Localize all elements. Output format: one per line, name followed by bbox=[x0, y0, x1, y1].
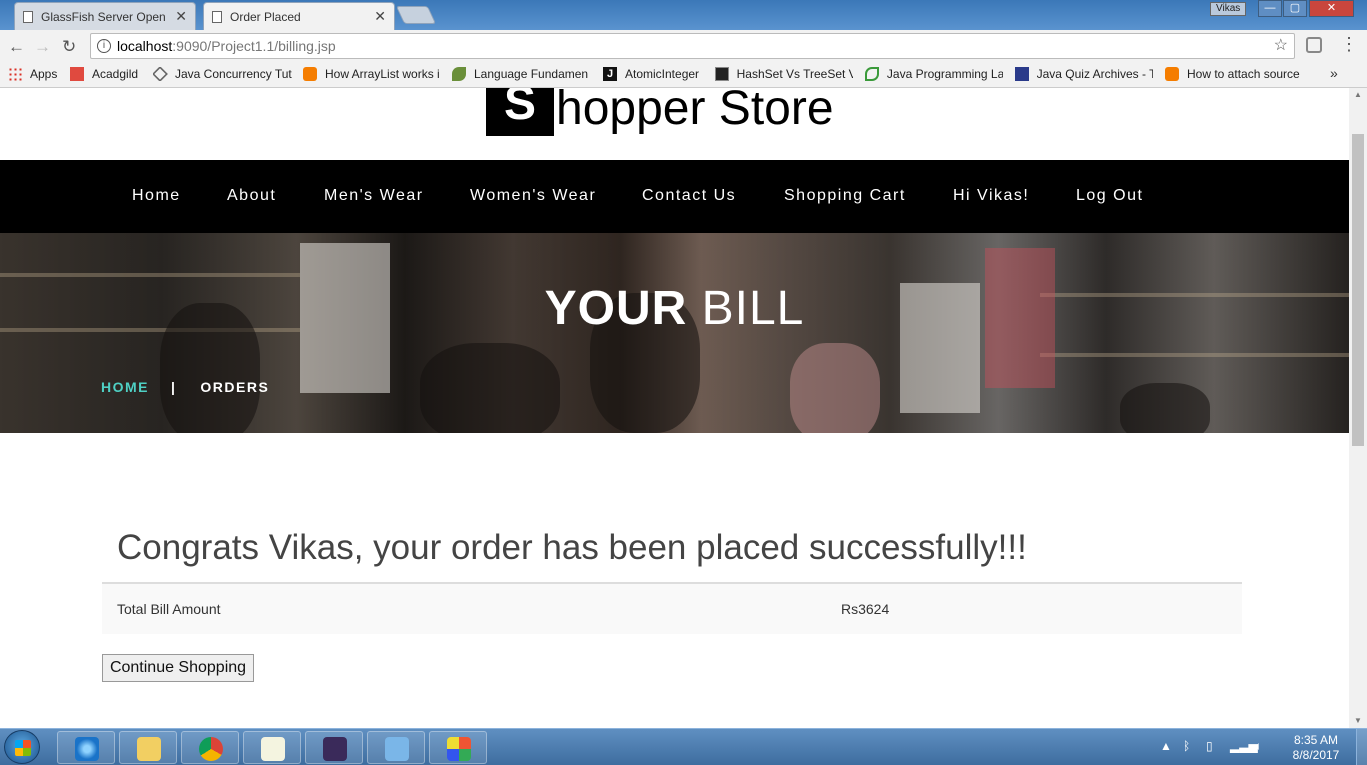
logo-letter: S bbox=[486, 88, 554, 136]
bluetooth-icon[interactable]: ᛒ bbox=[1183, 739, 1190, 753]
nav-shopping-cart[interactable]: Shopping Cart bbox=[784, 187, 906, 205]
bill-amount: Rs3624 bbox=[841, 601, 890, 617]
bill-row: Total Bill Amount Rs3624 bbox=[102, 584, 1242, 634]
clock-date: 8/8/2017 bbox=[1292, 748, 1340, 762]
address-bar[interactable]: i localhost:9090/Project1.1/billing.jsp … bbox=[90, 33, 1295, 59]
bookmark-java-quiz[interactable]: Java Quiz Archives - T bbox=[1015, 67, 1153, 81]
bookmark-apps[interactable]: Apps bbox=[8, 67, 68, 81]
tab-glassfish[interactable]: GlassFish Server Open Source ✕ bbox=[14, 2, 196, 30]
url-path: :9090/Project1.1/billing.jsp bbox=[172, 38, 336, 54]
diamond-icon bbox=[153, 67, 168, 81]
chrome-icon[interactable] bbox=[181, 731, 239, 764]
system-clock[interactable]: 8:35 AM 8/8/2017 bbox=[1286, 733, 1346, 763]
bookmark-atomicinteger[interactable]: J AtomicInteger bbox=[603, 67, 707, 81]
new-tab-button[interactable] bbox=[395, 6, 437, 24]
notepad-icon[interactable] bbox=[243, 731, 301, 764]
breadcrumb-separator: | bbox=[171, 379, 177, 395]
page-viewport: S hopper Store Home About Men's Wear Wom… bbox=[0, 88, 1349, 728]
blogger-icon bbox=[1165, 67, 1179, 81]
menu-icon[interactable]: ⋮ bbox=[1340, 34, 1358, 55]
scroll-thumb[interactable] bbox=[1352, 134, 1364, 446]
document-icon bbox=[23, 10, 33, 23]
bookmark-attach-source[interactable]: How to attach source bbox=[1165, 67, 1303, 81]
volume-icon[interactable]: 🔈︎ bbox=[1255, 739, 1262, 754]
nav-home[interactable]: Home bbox=[132, 187, 181, 205]
paint-icon[interactable] bbox=[429, 731, 487, 764]
more-bookmarks-icon[interactable]: » bbox=[1330, 65, 1338, 81]
vertical-scrollbar[interactable]: ▲ ▼ bbox=[1349, 88, 1367, 728]
forward-icon[interactable]: → bbox=[34, 37, 51, 57]
nav-log-out[interactable]: Log Out bbox=[1076, 187, 1143, 205]
url-host: localhost bbox=[117, 38, 173, 54]
back-icon[interactable]: ← bbox=[8, 37, 25, 57]
bookmarks-bar: Apps Acadgild Java Concurrency Tut How A… bbox=[0, 62, 1367, 88]
hero-banner: YOUR BILL HOME | ORDERS bbox=[0, 233, 1349, 433]
order-confirmation-heading: Congrats Vikas, your order has been plac… bbox=[117, 528, 1027, 567]
bookmark-java-programming[interactable]: Java Programming La bbox=[865, 67, 1003, 81]
show-desktop-button[interactable] bbox=[1356, 729, 1367, 765]
extension-icon[interactable] bbox=[1306, 37, 1322, 53]
media-player-icon[interactable] bbox=[367, 731, 425, 764]
maximize-button[interactable]: ▢ bbox=[1283, 0, 1307, 17]
quiz-icon bbox=[1015, 67, 1029, 81]
taskbar: ▲ ᛒ ▯ ▂▃▅ 🔈︎ 8:35 AM 8/8/2017 bbox=[0, 728, 1367, 765]
logo-text: hopper Store bbox=[556, 88, 834, 135]
bill-label: Total Bill Amount bbox=[117, 601, 221, 617]
terminal-icon bbox=[715, 67, 729, 81]
close-tab-icon[interactable]: ✕ bbox=[374, 8, 386, 25]
nav-womens-wear[interactable]: Women's Wear bbox=[470, 187, 596, 205]
bookmark-java-concurrency[interactable]: Java Concurrency Tut bbox=[153, 67, 292, 81]
document-icon bbox=[212, 10, 222, 23]
nav-contact-us[interactable]: Contact Us bbox=[642, 187, 736, 205]
tab-title: Order Placed bbox=[230, 9, 301, 24]
close-tab-icon[interactable]: ✕ bbox=[175, 8, 187, 25]
windows-logo-icon bbox=[15, 740, 31, 756]
window-user-badge: Vikas bbox=[1210, 2, 1247, 16]
scroll-down-icon[interactable]: ▼ bbox=[1349, 714, 1367, 728]
continue-shopping-button[interactable]: Continue Shopping bbox=[102, 654, 254, 682]
bookmark-hashset[interactable]: HashSet Vs TreeSet V bbox=[715, 67, 853, 81]
battery-icon[interactable]: ▯ bbox=[1206, 739, 1213, 753]
blogger-icon bbox=[303, 67, 317, 81]
file-explorer-icon[interactable] bbox=[119, 731, 177, 764]
bird-icon bbox=[452, 67, 466, 81]
internet-explorer-icon[interactable] bbox=[57, 731, 115, 764]
site-logo[interactable]: S hopper Store bbox=[486, 88, 834, 136]
breadcrumb: HOME | ORDERS bbox=[101, 379, 269, 395]
start-button[interactable] bbox=[4, 730, 40, 764]
acadgild-icon bbox=[70, 67, 84, 81]
apps-grid-icon bbox=[8, 67, 22, 81]
nav-about[interactable]: About bbox=[227, 187, 276, 205]
breadcrumb-home[interactable]: HOME bbox=[101, 379, 149, 395]
toolbar: ← → ↻ i localhost:9090/Project1.1/billin… bbox=[0, 30, 1367, 62]
tab-title: GlassFish Server Open Source bbox=[41, 9, 169, 24]
bookmark-language-fundamentals[interactable]: Language Fundamen bbox=[452, 67, 590, 81]
leaf-icon bbox=[865, 67, 879, 81]
close-window-button[interactable]: ✕ bbox=[1309, 0, 1354, 17]
minimize-button[interactable]: — bbox=[1258, 0, 1282, 17]
tab-order-placed[interactable]: Order Placed ✕ bbox=[203, 2, 395, 30]
breadcrumb-current: ORDERS bbox=[200, 379, 270, 395]
j-icon: J bbox=[603, 67, 617, 81]
tab-strip: GlassFish Server Open Source ✕ Order Pla… bbox=[0, 0, 1367, 30]
bookmark-arraylist[interactable]: How ArrayList works i bbox=[303, 67, 440, 81]
nav-mens-wear[interactable]: Men's Wear bbox=[324, 187, 424, 205]
reload-icon[interactable]: ↻ bbox=[62, 37, 76, 57]
tray-expand-icon[interactable]: ▲ bbox=[1160, 739, 1172, 753]
bookmark-acadgild[interactable]: Acadgild bbox=[70, 67, 146, 81]
bookmark-star-icon[interactable]: ☆ bbox=[1274, 34, 1288, 58]
banner-title: YOUR BILL bbox=[544, 282, 805, 335]
network-icon[interactable]: ▂▃▅ bbox=[1230, 739, 1258, 753]
clock-time: 8:35 AM bbox=[1293, 733, 1339, 747]
info-icon[interactable]: i bbox=[97, 39, 111, 53]
scroll-up-icon[interactable]: ▲ bbox=[1349, 88, 1367, 102]
java-ee-ide-icon[interactable] bbox=[305, 731, 363, 764]
nav-greeting[interactable]: Hi Vikas! bbox=[953, 187, 1029, 205]
main-nav: Home About Men's Wear Women's Wear Conta… bbox=[0, 160, 1349, 233]
